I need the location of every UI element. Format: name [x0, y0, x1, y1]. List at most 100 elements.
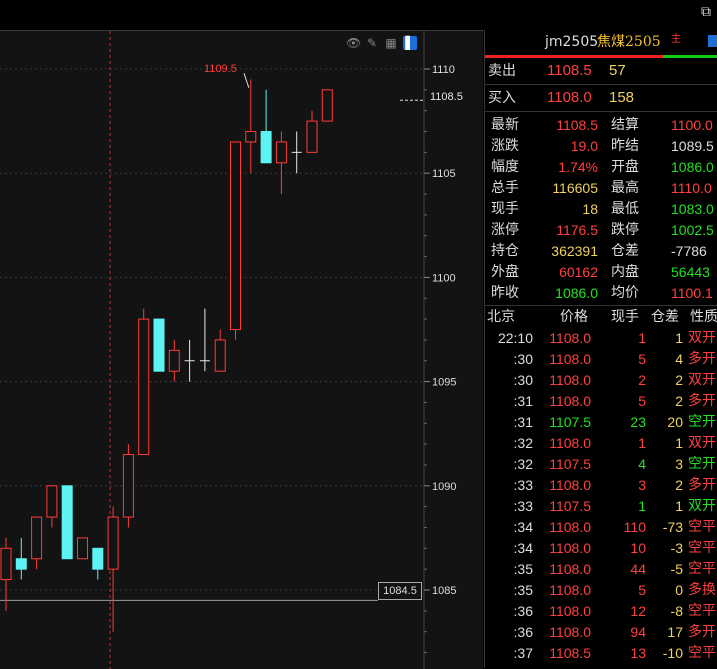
tick-row: :37 1108.5 13 -10 空平 — [485, 643, 717, 664]
tick-header-vol: 现手 — [611, 309, 639, 325]
y-tick-label: 1085 — [432, 585, 456, 597]
stat-label: 幅度 — [491, 159, 519, 175]
tick-volume: 94 — [630, 624, 646, 640]
candle-body — [214, 339, 226, 372]
stat-label: 最新 — [491, 117, 519, 133]
candle-body — [15, 558, 27, 570]
candle-body — [46, 485, 58, 518]
tick-volume: 1 — [638, 330, 646, 346]
tick-row: :33 1107.5 1 1 双开 — [485, 496, 717, 517]
stat-value: 116605 — [552, 180, 598, 196]
stats-row: 现手 18 最低 1083.0 — [485, 199, 717, 220]
tick-time: :31 — [513, 393, 533, 409]
tick-header-oi: 仓差 — [651, 309, 679, 325]
candle-body — [153, 318, 165, 372]
stats-row: 总手 116605 最高 1110.0 — [485, 178, 717, 199]
kline-canvas: 1110 1105 1100 1095 1090 1085 — [0, 31, 456, 669]
y-tick-label: 1100 — [432, 272, 456, 284]
tick-volume: 2 — [638, 372, 646, 388]
tick-volume: 10 — [630, 540, 646, 556]
tick-oi-change: 2 — [675, 372, 683, 388]
candle-body — [260, 131, 272, 164]
bid-row: 买入 1108.0 158 — [485, 85, 717, 112]
stat-value: 19.0 — [570, 138, 598, 154]
tick-time: 22:10 — [497, 330, 533, 346]
tick-kind: 空开 — [688, 414, 716, 430]
current-price-label: 1108.5 — [430, 91, 463, 103]
candle-body — [168, 349, 180, 372]
tick-kind: 多开 — [688, 351, 716, 367]
tick-row: :31 1108.0 5 2 多开 — [485, 391, 717, 412]
tick-header: 北京 价格 现手 仓差 性质 — [485, 306, 717, 328]
candle-body — [122, 454, 134, 518]
grid-icon[interactable]: ▦ — [384, 36, 398, 50]
panel-icon[interactable]: ▌ — [403, 36, 417, 50]
quote-header: jm2505 焦煤2505 主 — [485, 30, 717, 55]
candle-body — [306, 120, 318, 153]
stat-value: 1100.1 — [671, 285, 713, 301]
contract-name: 焦煤2505 — [597, 34, 661, 50]
panel-toggle-icon[interactable] — [708, 35, 717, 47]
eye-icon[interactable]: 👁 — [346, 36, 361, 50]
stat-value: 1.74% — [558, 159, 598, 175]
stat-value: 1100.0 — [671, 117, 713, 133]
tick-header-kind: 性质 — [690, 309, 717, 325]
y-tick-label: 1090 — [432, 481, 456, 493]
tick-price: 1108.0 — [549, 372, 591, 388]
tick-header-price: 价格 — [560, 309, 588, 325]
tick-oi-change: -5 — [670, 561, 683, 577]
tick-oi-change: 17 — [667, 624, 683, 640]
stat-value: 56443 — [671, 264, 710, 280]
stat-value: -7786 — [671, 243, 707, 259]
stat-label: 涨停 — [491, 222, 519, 238]
candle-body — [31, 516, 43, 560]
window-topbar: ⧉ — [0, 0, 717, 30]
tick-price: 1107.5 — [549, 498, 591, 514]
tick-price: 1108.0 — [549, 519, 591, 535]
peak-arrow — [243, 73, 250, 88]
stat-value: 1089.5 — [671, 138, 714, 154]
ask-volume: 57 — [609, 62, 626, 79]
tick-price: 1108.0 — [549, 582, 591, 598]
tick-price: 1107.5 — [549, 456, 591, 472]
candle-body — [0, 547, 12, 581]
tick-time: :32 — [513, 435, 533, 451]
tick-price: 1108.0 — [549, 624, 591, 640]
tick-volume: 1 — [638, 435, 646, 451]
tick-time: :33 — [513, 477, 533, 493]
candle-body — [61, 485, 73, 560]
stat-value: 1110.0 — [671, 180, 712, 196]
pencil-icon[interactable]: ✎ — [365, 36, 379, 50]
tick-oi-change: 3 — [675, 456, 683, 472]
stat-label: 现手 — [491, 201, 519, 217]
tick-time: :35 — [513, 561, 533, 577]
stat-label: 最高 — [611, 180, 639, 196]
stats-row: 涨跌 19.0 昨结 1089.5 — [485, 136, 717, 157]
tick-header-time: 北京 — [487, 309, 515, 325]
tick-price: 1108.0 — [549, 603, 591, 619]
y-tick-label: 1110 — [432, 64, 455, 76]
tick-price: 1108.0 — [549, 540, 591, 556]
restore-window-icon[interactable]: ⧉ — [701, 4, 717, 20]
crosshair-price-label: 1084.5 — [378, 582, 422, 600]
tick-oi-change: -73 — [662, 519, 683, 535]
stat-label: 跌停 — [611, 222, 639, 238]
stat-value: 1176.5 — [556, 222, 598, 238]
ask-price: 1108.5 — [547, 62, 592, 79]
kline-chart[interactable]: 1110 1105 1100 1095 1090 1085 👁 ✎ ▦ ▌ 1109.5 … — [0, 30, 483, 669]
tick-time: :37 — [513, 645, 533, 661]
tick-oi-change: -8 — [670, 603, 683, 619]
tick-price: 1108.5 — [549, 645, 591, 661]
stats-row: 持仓 362391 仓差 -7786 — [485, 241, 717, 262]
candle-body — [230, 141, 241, 330]
stats-table: 最新 1108.5 结算 1100.0 涨跌 19.0 昨结 1089.5 幅度 1.74% 开盘 1… — [485, 112, 717, 306]
stats-row: 最新 1108.5 结算 1100.0 — [485, 115, 717, 136]
tick-row: :34 1108.0 110 -73 空平 — [485, 517, 717, 538]
candle-body — [92, 547, 104, 570]
tick-oi-change: 1 — [675, 330, 683, 346]
stats-row: 昨收 1086.0 均价 1100.1 — [485, 283, 717, 304]
bid-volume: 158 — [609, 89, 635, 106]
tick-list[interactable]: 北京 价格 现手 仓差 性质 22:10 1108.0 1 1 双开:30 1108.0 5… — [485, 306, 717, 664]
stats-row: 幅度 1.74% 开盘 1086.0 — [485, 157, 717, 178]
tick-kind: 多换 — [688, 582, 716, 598]
